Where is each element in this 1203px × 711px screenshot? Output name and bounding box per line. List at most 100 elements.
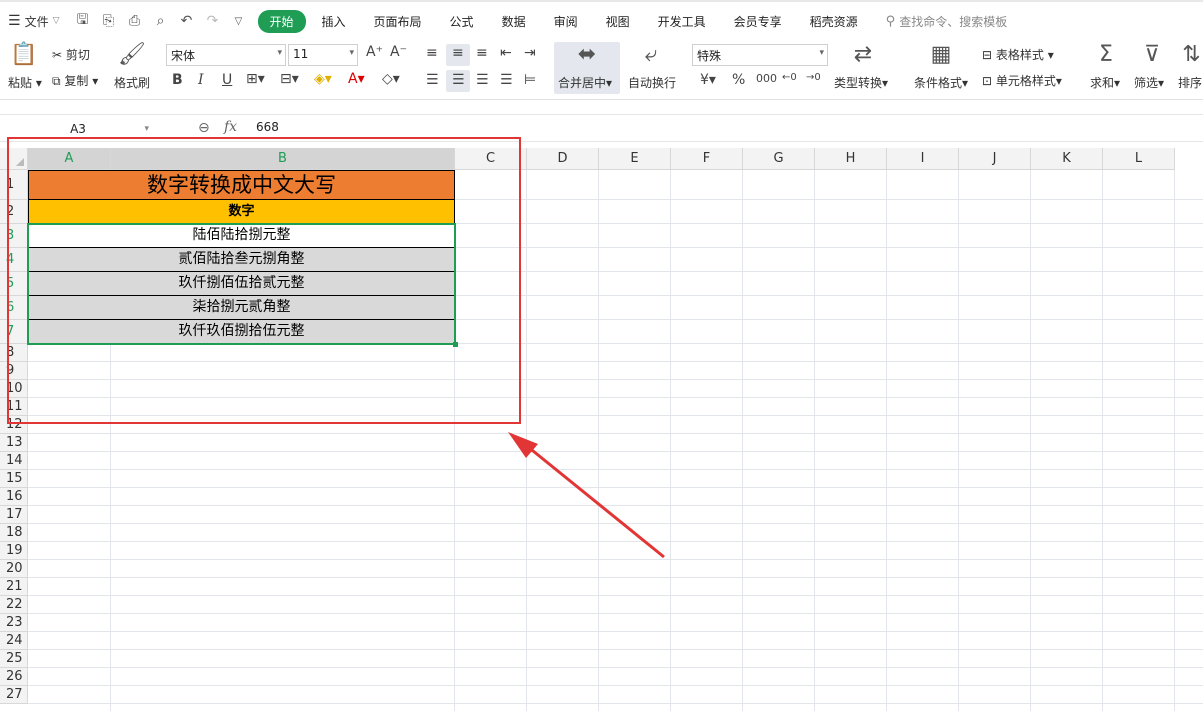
formula-input[interactable]: 668 (256, 120, 279, 134)
row-header-11[interactable]: 11 (0, 398, 28, 416)
row-header-2[interactable]: 2 (0, 200, 28, 224)
tab-formulas[interactable]: 公式 (438, 10, 486, 33)
underline-icon[interactable]: U (222, 72, 232, 88)
tab-home[interactable]: 开始 (257, 9, 306, 33)
number-format-select[interactable]: 特殊 ▾ (692, 44, 828, 66)
tab-member[interactable]: 会员专享 (722, 10, 794, 33)
currency-icon[interactable]: ¥▾ (700, 72, 716, 88)
column-header-a[interactable]: A (28, 148, 111, 170)
select-all-corner[interactable] (0, 148, 28, 170)
row-header-17[interactable]: 17 (0, 506, 28, 524)
align-bottom-icon[interactable]: ≡ (476, 45, 488, 61)
column-header-d[interactable]: D (527, 148, 599, 170)
border-icon[interactable]: ⊞▾ (246, 71, 265, 87)
save-icon[interactable]: 🖫 (74, 9, 92, 33)
cut-button[interactable]: ✂ 剪切 (52, 46, 90, 63)
table-style-button[interactable]: ⊟ 表格样式 ▾ (982, 46, 1054, 63)
row-header-16[interactable]: 16 (0, 488, 28, 506)
column-header-c[interactable]: C (455, 148, 527, 170)
align-right-icon[interactable]: ☰ (476, 72, 489, 88)
align-middle-icon[interactable]: ≡ (452, 45, 464, 61)
data-cell[interactable]: 玖仟玖佰捌拾伍元整 (28, 320, 455, 344)
tab-page-layout[interactable]: 页面布局 (362, 10, 434, 33)
clear-format-icon[interactable]: ◇▾ (382, 71, 400, 87)
column-header-i[interactable]: I (887, 148, 959, 170)
column-header-g[interactable]: G (743, 148, 815, 170)
command-search[interactable]: ⚲ 查找命令、搜索模板 (886, 13, 1008, 30)
row-header-27[interactable]: 27 (0, 686, 28, 704)
format-painter-button[interactable]: 格式刷 (114, 74, 150, 91)
row-header-22[interactable]: 22 (0, 596, 28, 614)
tab-view[interactable]: 视图 (594, 10, 642, 33)
zoom-icon[interactable]: ⊖ (198, 120, 210, 136)
export-icon[interactable]: ⎘ (100, 13, 118, 29)
row-header-21[interactable]: 21 (0, 578, 28, 596)
paste-button[interactable]: 粘贴 ▾ (8, 74, 42, 91)
justify-icon[interactable]: ☰ (500, 72, 513, 88)
type-convert-button[interactable]: 类型转换▾ (834, 74, 888, 91)
increase-font-icon[interactable]: A⁺ (366, 44, 383, 60)
column-header-h[interactable]: H (815, 148, 887, 170)
print-preview-icon[interactable]: ⌕ (152, 13, 170, 29)
row-header-24[interactable]: 24 (0, 632, 28, 650)
align-center-icon[interactable]: ☰ (452, 72, 465, 88)
copy-button[interactable]: ⧉ 复制 ▾ (52, 72, 98, 89)
file-menu[interactable]: ☰ 文件 ▽ (0, 13, 68, 30)
column-header-l[interactable]: L (1103, 148, 1175, 170)
row-header-19[interactable]: 19 (0, 542, 28, 560)
undo-icon[interactable]: ↶ (178, 13, 196, 29)
decrease-font-icon[interactable]: A⁻ (390, 44, 407, 60)
column-header-e[interactable]: E (599, 148, 671, 170)
brush-icon[interactable]: 🖌 (118, 42, 146, 67)
row-header-18[interactable]: 18 (0, 524, 28, 542)
row-header-8[interactable]: 8 (0, 344, 28, 362)
font-color-icon[interactable]: A▾ (348, 71, 365, 87)
filter-button[interactable]: 筛选▾ (1134, 74, 1164, 91)
column-header-b[interactable]: B (111, 148, 455, 170)
percent-icon[interactable]: % (732, 72, 745, 88)
fill-handle[interactable] (453, 342, 458, 347)
data-cell[interactable]: 柒拾捌元贰角整 (28, 296, 455, 320)
customize-icon[interactable]: ▽ (230, 16, 248, 27)
cell-style-button[interactable]: ⊡ 单元格样式▾ (982, 72, 1062, 89)
data-cell[interactable]: 玖仟捌佰伍拾贰元整 (28, 272, 455, 296)
font-name-select[interactable]: 宋体 ▾ (166, 44, 286, 66)
function-icon[interactable]: fx (224, 119, 237, 135)
row-header-7[interactable]: 7 (0, 320, 28, 344)
increase-decimal-icon[interactable]: ←0 (782, 72, 797, 83)
bold-icon[interactable]: B (172, 72, 183, 88)
column-header-k[interactable]: K (1031, 148, 1103, 170)
spreadsheet-grid[interactable]: A B C D E F G H I J K L 1 2 3 4 5 6 7 8 9 10 11 12 13 14 15 16 17 18 1… (0, 148, 1203, 711)
header-cell[interactable]: 数字 (28, 200, 455, 224)
row-header-10[interactable]: 10 (0, 380, 28, 398)
tab-review[interactable]: 审阅 (542, 10, 590, 33)
wrap-text-button[interactable]: 自动换行 (628, 74, 676, 91)
data-cell[interactable]: 陆佰陆拾捌元整 (28, 224, 455, 248)
merge-center-button[interactable]: 合并居中▾ (558, 74, 612, 91)
decrease-decimal-icon[interactable]: →0 (806, 72, 821, 83)
row-header-4[interactable]: 4 (0, 248, 28, 272)
tab-data[interactable]: 数据 (490, 10, 538, 33)
fill-color-icon[interactable]: ◈▾ (314, 71, 332, 87)
distributed-icon[interactable]: ⊨ (524, 72, 536, 88)
italic-icon[interactable]: I (198, 72, 204, 88)
row-header-5[interactable]: 5 (0, 272, 28, 296)
align-top-icon[interactable]: ≡ (426, 45, 438, 61)
increase-indent-icon[interactable]: ⇥ (524, 45, 536, 61)
conditional-format-button[interactable]: 条件格式▾ (914, 74, 968, 91)
column-header-f[interactable]: F (671, 148, 743, 170)
row-header-14[interactable]: 14 (0, 452, 28, 470)
print-icon[interactable]: ⎙ (126, 13, 144, 29)
name-box[interactable]: A3 ▾ (3, 118, 153, 140)
row-header-3[interactable]: 3 (0, 224, 28, 248)
paste-icon[interactable]: 📋 (10, 42, 38, 67)
decrease-indent-icon[interactable]: ⇤ (500, 45, 512, 61)
thousands-icon[interactable]: 000 (756, 72, 777, 85)
tab-developer[interactable]: 开发工具 (646, 10, 718, 33)
redo-icon[interactable]: ↷ (204, 13, 222, 29)
row-header-15[interactable]: 15 (0, 470, 28, 488)
sum-button[interactable]: 求和▾ (1090, 74, 1120, 91)
row-header-9[interactable]: 9 (0, 362, 28, 380)
row-header-13[interactable]: 13 (0, 434, 28, 452)
row-header-26[interactable]: 26 (0, 668, 28, 686)
